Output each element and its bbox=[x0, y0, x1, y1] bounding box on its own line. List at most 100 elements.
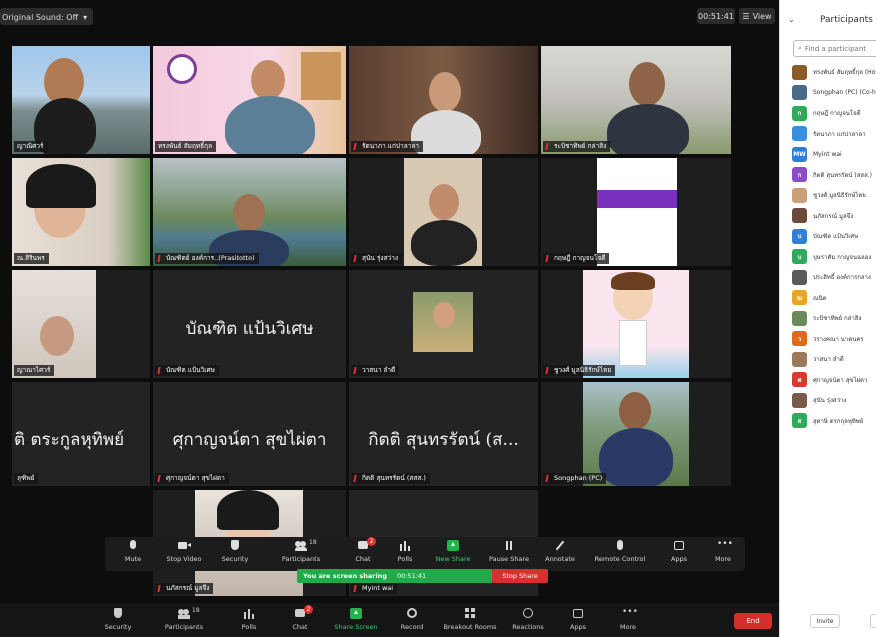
participants-icon: 18 bbox=[178, 607, 200, 619]
participant-name: ศุกาญจน์ตา สุขไผ่ตา bbox=[813, 376, 868, 384]
video-tile[interactable]: กฤษฎี กาญจนโจตี bbox=[541, 158, 731, 266]
remote-control-button[interactable]: Remote Control bbox=[592, 540, 648, 568]
participant-name: บัณฑิต แป้นวิเศษ bbox=[813, 233, 859, 240]
mic-muted-icon bbox=[157, 475, 164, 482]
participant-row[interactable]: MW Myint wai bbox=[792, 145, 876, 163]
bottom-more-button[interactable]: ••• More bbox=[598, 608, 658, 632]
participant-name: ระบิชาทิพย์ กล่าสิง bbox=[813, 315, 862, 322]
mic-muted-icon bbox=[157, 255, 164, 262]
video-tile[interactable]: ระบิชาทิพย์ กล่าสิง bbox=[541, 46, 731, 154]
cartoon-avatar-hair bbox=[611, 272, 655, 290]
meeting-timer: 00:51:41 bbox=[697, 8, 735, 24]
video-tile[interactable]: ชูวงศ์ มูลนิธิรักษ์ไทย bbox=[541, 270, 731, 378]
participant-face bbox=[251, 60, 285, 100]
stop-share-button[interactable]: Stop Share bbox=[492, 569, 548, 583]
participant-face bbox=[433, 302, 455, 328]
video-tile[interactable]: ศุกาญจน์ตา สุขไผ่ตา ศุกาญจน์ตา สุขไผ่ตา bbox=[153, 382, 346, 486]
screen-sharing-banner: You are screen sharing 00:51:41 bbox=[297, 569, 493, 583]
find-participant-input[interactable]: ⌕ Find a participant bbox=[793, 40, 876, 57]
participant-avatar bbox=[792, 85, 807, 100]
participant-row[interactable]: ทรงพันธ์ สัมฤทธิ์กุล (Host, me) bbox=[792, 63, 876, 81]
security-button[interactable]: Security bbox=[207, 540, 263, 568]
mic-muted-icon bbox=[157, 585, 164, 592]
video-tile-active-speaker[interactable]: ทรงพันธ์ สัมฤทธิ์กุล bbox=[153, 46, 346, 154]
invite-button[interactable]: Invite bbox=[810, 614, 840, 628]
participant-name: ประสิทธิ์ องค์การกลาง bbox=[813, 274, 871, 281]
video-tile[interactable]: บัณฑิต แป้นวิเศษ บัณฑิต แป้นวิเศษ bbox=[153, 270, 346, 378]
stop-video-button[interactable]: Stop Video bbox=[156, 540, 212, 568]
participant-name-tag: ลุฑิพย์ bbox=[14, 473, 39, 484]
shield-icon bbox=[229, 540, 241, 551]
original-sound-toggle[interactable]: Original Sound: Off ▾ bbox=[0, 8, 94, 25]
more-options-button[interactable] bbox=[870, 614, 876, 628]
participant-name-tag: ญาณิศวร์ bbox=[14, 141, 48, 152]
participant-row[interactable]: ณ ณนิต bbox=[792, 289, 876, 307]
participant-row[interactable]: ส สุดาษิ ตรกกุลหุทิพย์ bbox=[792, 412, 876, 430]
participant-count: 18 bbox=[309, 539, 317, 546]
video-tile[interactable]: ญาณิศวร์ bbox=[12, 46, 150, 154]
bottom-share-screen-button[interactable]: Share Screen bbox=[326, 608, 386, 631]
more-dots-icon: ••• bbox=[717, 539, 733, 549]
participant-row[interactable]: ว วรางคณา นาคนคร bbox=[792, 330, 876, 348]
video-tile[interactable]: ณ.สิรินพร bbox=[12, 158, 150, 266]
participant-row[interactable]: สุนัน รุ่งสว่าง bbox=[792, 391, 876, 409]
participant-name-tag: กิตติ สุนทรรัตน์ (สสส.) bbox=[351, 473, 430, 484]
virtual-background bbox=[583, 382, 689, 486]
participant-row[interactable]: ก กฤษฎี กาญจนโจตี bbox=[792, 104, 876, 122]
mic-muted-icon bbox=[353, 143, 360, 150]
view-label: View bbox=[752, 11, 772, 21]
more-button[interactable]: ••• More bbox=[695, 540, 751, 568]
video-tile[interactable]: ติ ตระกูลหุทิพย์ ลุฑิพย์ bbox=[12, 382, 150, 486]
participant-row[interactable]: รัตนาภา แก่ปาลาลา bbox=[792, 125, 876, 143]
chat-unread-badge: 2 bbox=[304, 605, 313, 614]
video-tile[interactable]: Songphan (PC) bbox=[541, 382, 731, 486]
shield-icon bbox=[112, 608, 124, 619]
bottom-security-button[interactable]: Security bbox=[88, 608, 148, 631]
bottom-chat-button[interactable]: 2 Chat bbox=[270, 605, 330, 631]
participant-row[interactable]: ศ ศุกาญจน์ตา สุขไผ่ตา bbox=[792, 371, 876, 389]
end-meeting-button[interactable]: End bbox=[734, 613, 772, 629]
participant-row[interactable]: บ บัณฑิต แป้นวิเศษ bbox=[792, 227, 876, 245]
participant-avatar bbox=[792, 126, 807, 141]
mic-muted-icon bbox=[545, 367, 552, 374]
participant-row[interactable]: ก กิตติ สุนทรรัตน์ (สสส.) bbox=[792, 166, 876, 184]
participant-row[interactable]: ประสิทธิ์ องค์การกลาง bbox=[792, 268, 876, 286]
participant-avatar bbox=[792, 187, 807, 203]
participant-body bbox=[411, 220, 477, 266]
bottom-participants-button[interactable]: 18 Participants bbox=[154, 607, 214, 631]
collapse-panel-icon[interactable]: ⌄ bbox=[788, 15, 795, 24]
video-tile[interactable]: สุนัน รุ่งสว่าง bbox=[349, 158, 538, 266]
video-tile[interactable]: วาสนา ลำดี bbox=[349, 270, 538, 378]
video-tile[interactable]: รัตนาภา แก่ปาลาลา bbox=[349, 46, 538, 154]
participant-name: Myint wai bbox=[813, 150, 842, 158]
mute-button[interactable]: Mute bbox=[105, 540, 161, 568]
participant-row[interactable]: ชูวงศ์ มูลนิธิรักษ์ไทย bbox=[792, 186, 876, 204]
pause-share-button[interactable]: Pause Share bbox=[481, 540, 537, 568]
cartoon-avatar-background bbox=[583, 270, 689, 378]
bottom-record-button[interactable]: Record bbox=[382, 608, 442, 631]
video-tile[interactable]: กิตติ สุนทรรัตน์ (ส... กิตติ สุนทรรัตน์ … bbox=[349, 382, 538, 486]
chat-icon: 2 bbox=[357, 537, 376, 551]
participant-row[interactable]: Songphan (PC) (Co-host) bbox=[792, 84, 876, 102]
grid-view-icon: ☰ bbox=[742, 11, 750, 21]
view-button[interactable]: ☰ View bbox=[739, 8, 775, 24]
participant-row[interactable]: นภัสกรณ์ มูลจึง bbox=[792, 207, 876, 225]
polls-icon bbox=[243, 608, 255, 619]
annotate-button[interactable]: Annotate bbox=[532, 540, 588, 568]
participant-avatar: ก bbox=[792, 105, 807, 121]
participant-row[interactable]: บ บุษราคัม กาญจนฉลอง bbox=[792, 248, 876, 266]
video-tile[interactable]: บัณฑิตย์ องค์การ..(Prasitotto) bbox=[153, 158, 346, 266]
video-tile[interactable]: ญาณาไศวร์ bbox=[12, 270, 150, 378]
participant-name-tag: รัตนาภา แก่ปาลาลา bbox=[351, 141, 423, 152]
participant-name-tag: วาสนา ลำดี bbox=[351, 365, 400, 376]
bottom-breakout-rooms-button[interactable]: Breakout Rooms bbox=[440, 608, 500, 631]
participant-row[interactable]: ระบิชาทิพย์ กล่าสิง bbox=[792, 309, 876, 327]
participants-button[interactable]: 18 Participants bbox=[273, 539, 329, 568]
reactions-icon bbox=[522, 608, 534, 619]
participant-avatar: บ bbox=[792, 249, 807, 264]
chat-icon: 2 bbox=[294, 605, 313, 619]
mic-muted-icon bbox=[353, 367, 360, 374]
share-arrow-icon bbox=[350, 608, 362, 619]
participant-row[interactable]: วาสนา ลำดี bbox=[792, 350, 876, 368]
new-share-button[interactable]: New Share bbox=[425, 540, 481, 568]
